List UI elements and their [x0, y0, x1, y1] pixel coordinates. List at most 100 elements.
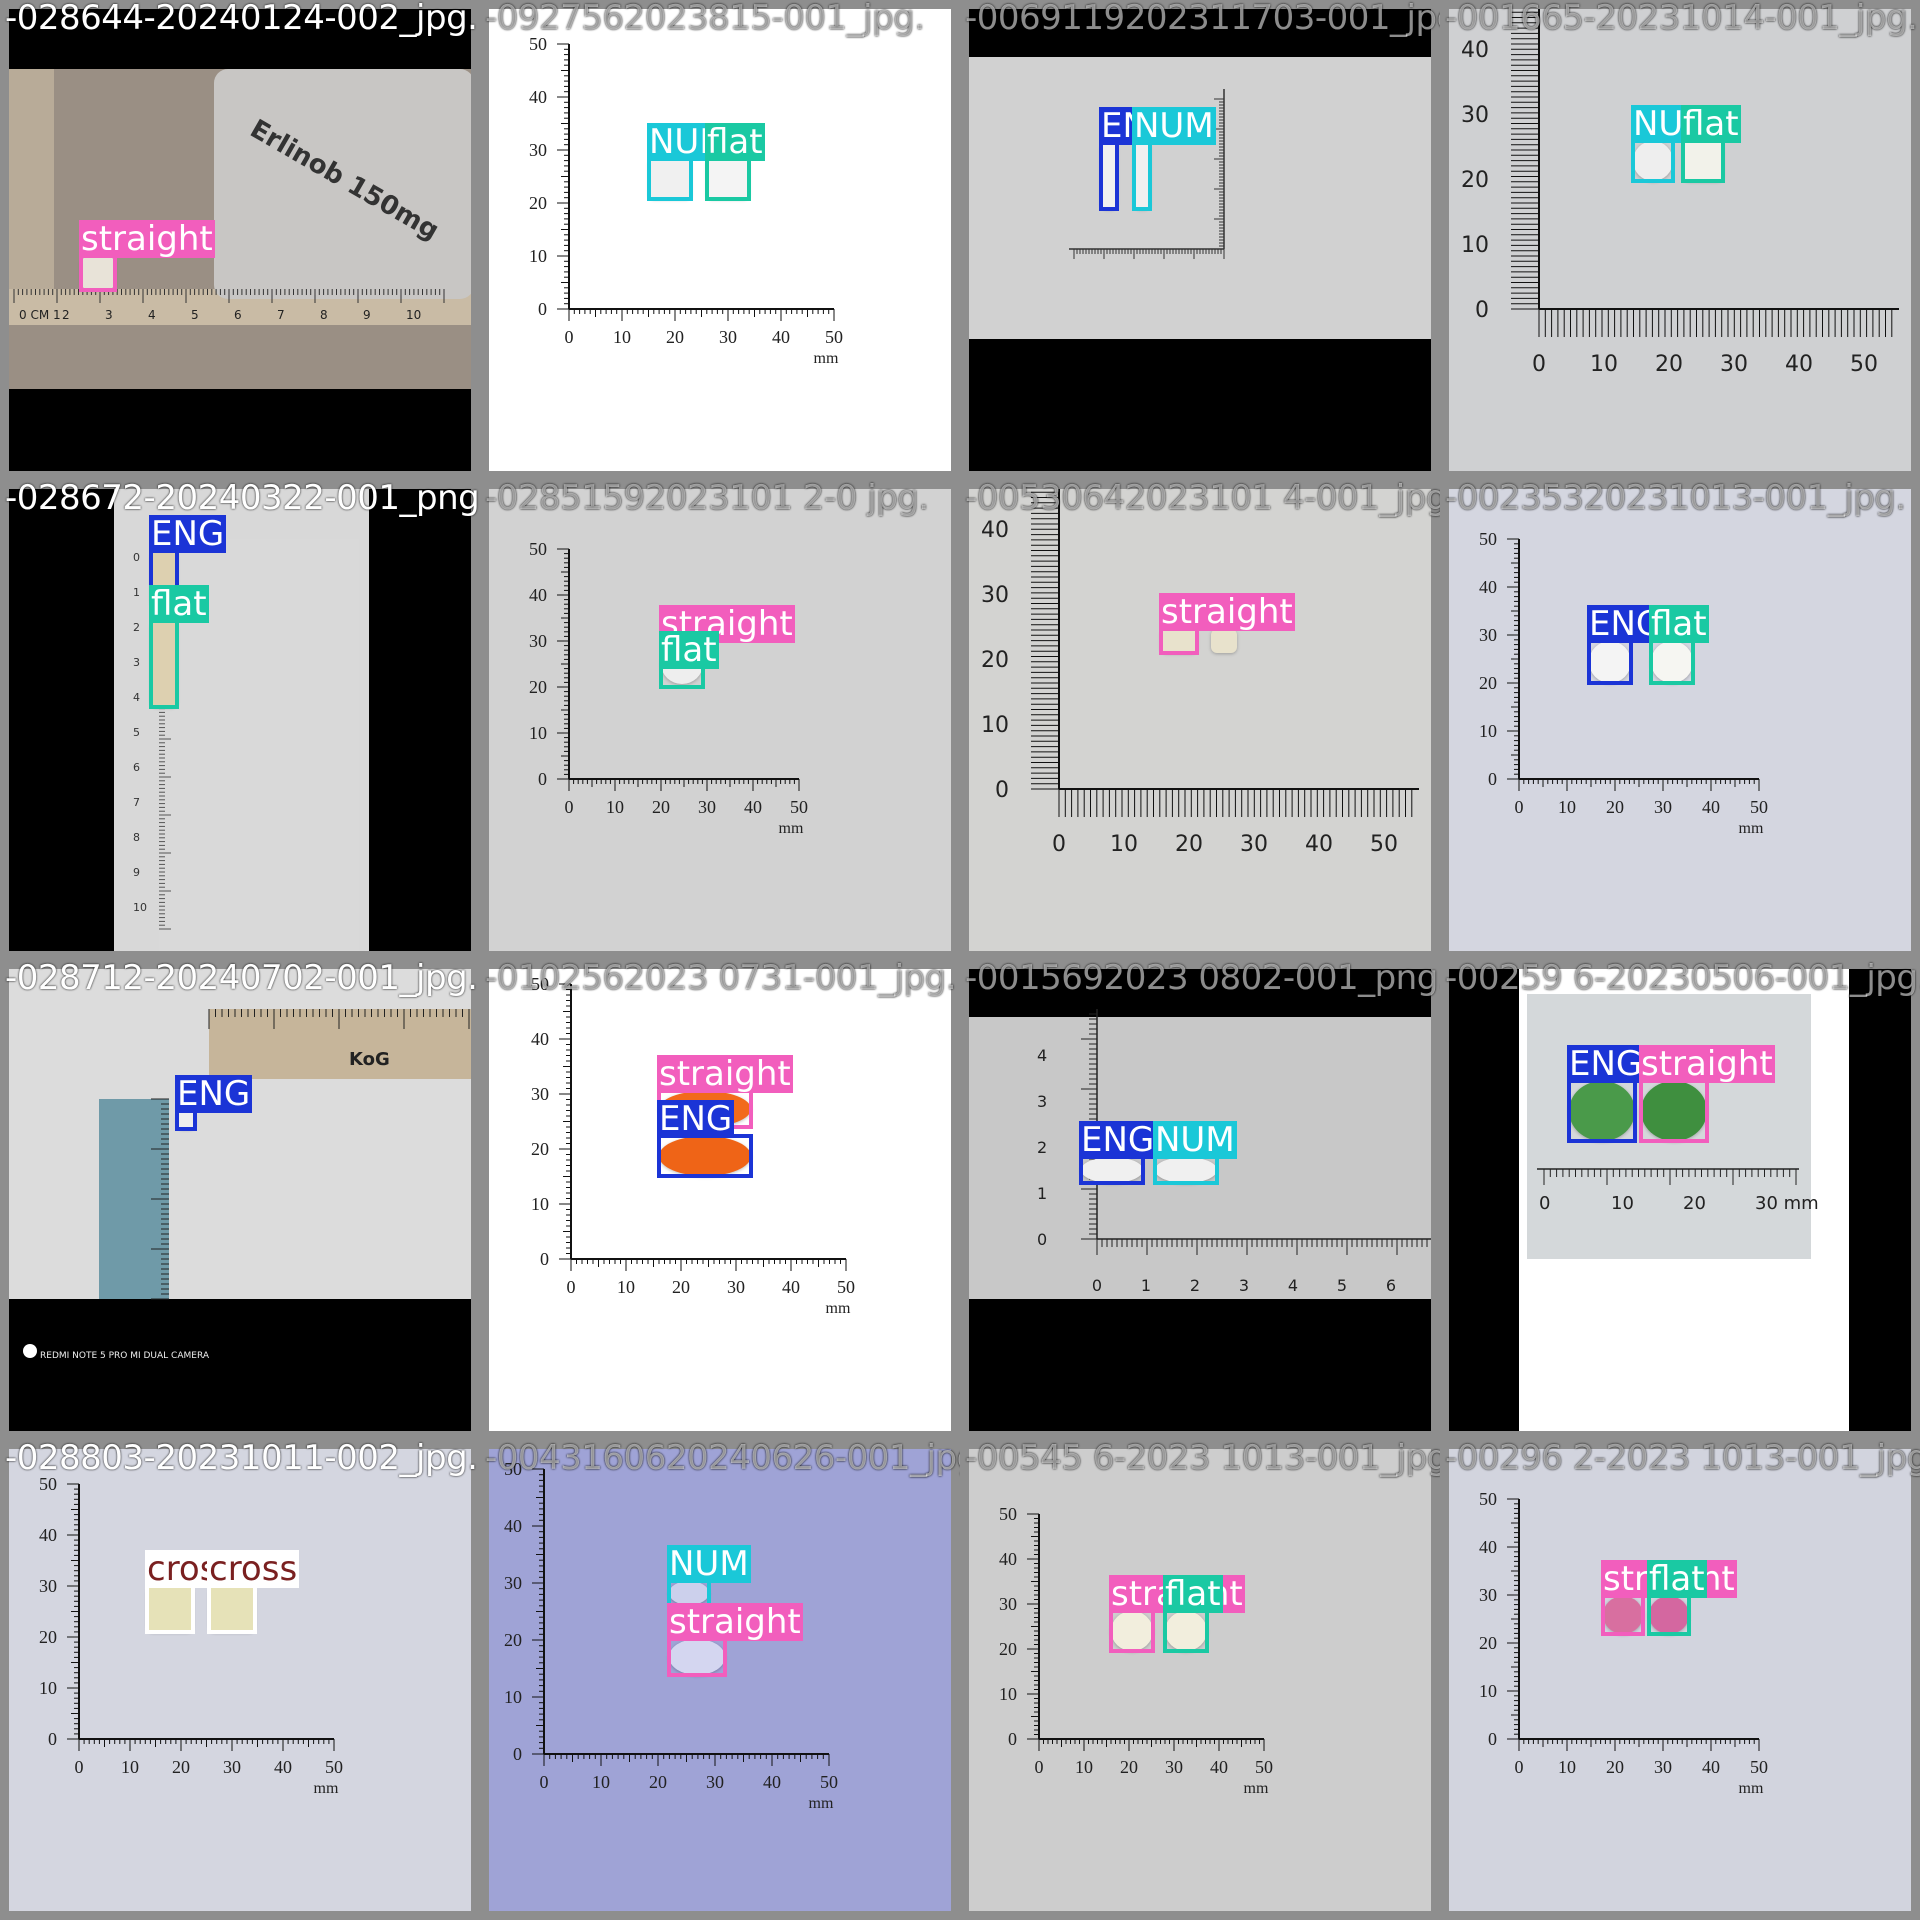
- ruler-label: 5: [133, 726, 140, 739]
- tile-filename: -0015692023 0802-001_png.: [965, 960, 1440, 998]
- x-tick-label: 40: [772, 327, 790, 347]
- image-tile[interactable]: 0010102020303040405050straight-005306420…: [960, 480, 1440, 960]
- ruler-label: 0: [133, 551, 140, 564]
- x-tick-label: 30: [223, 1757, 241, 1777]
- ruler-label: 1: [133, 586, 140, 599]
- y-tick-label: 40: [981, 518, 1009, 543]
- x-tick-label: 50: [325, 1757, 343, 1777]
- detection-box[interactable]: NUM: [647, 123, 731, 201]
- y-tick-label: 4: [1037, 1046, 1047, 1065]
- x-tick-label: 0: [1035, 1757, 1044, 1777]
- y-tick-label: 50: [1479, 1489, 1497, 1509]
- detection-box[interactable]: straight: [1109, 1575, 1245, 1653]
- image-tile[interactable]: 0 1 2 3 4 5 6 0 1 2 3 4 ENG NUM -0015692023 0802-001_p…: [960, 960, 1440, 1440]
- detection-label: NUM: [1153, 1120, 1237, 1160]
- detection-label: ENG: [149, 514, 227, 554]
- detection-box[interactable]: flat: [1681, 105, 1741, 183]
- ruler-label: 6: [133, 761, 140, 774]
- detection-box[interactable]: straight: [1601, 1560, 1737, 1636]
- detection-label: ENG: [175, 1074, 253, 1114]
- x-tick-label: 0: [565, 327, 574, 347]
- ruler-label: 2: [133, 621, 140, 634]
- image-tile[interactable]: 0 0 10 10 20 20 30 30 40 40 50 50 mm straight ENG -0102…: [480, 960, 960, 1440]
- detection-label: flat: [1649, 604, 1709, 644]
- detection-box[interactable]: NUM: [1631, 105, 1715, 183]
- x-tick-label: 30: [698, 797, 716, 817]
- image-tile[interactable]: ENGNUM-0069119202311703-001_jpeg.: [960, 0, 1440, 480]
- ruler-label: 10: [406, 308, 421, 322]
- detection-box[interactable]: NUM: [1132, 107, 1216, 211]
- detection-box[interactable]: ENG: [657, 1100, 753, 1178]
- detection-box[interactable]: straight: [1639, 1045, 1775, 1143]
- detection-box[interactable]: ENG: [175, 1075, 253, 1131]
- detection-label: straight: [79, 219, 215, 259]
- ruler-label: 10: [133, 901, 147, 914]
- detection-box[interactable]: flat: [1647, 1560, 1707, 1636]
- y-tick-label: 20: [529, 677, 547, 697]
- tile-filename: -00259 6-20230506-001_jpg.: [1445, 960, 1920, 998]
- y-tick-label: 40: [1479, 1537, 1497, 1557]
- detection-box[interactable]: flat: [149, 585, 209, 709]
- x-tick-label: 50: [1370, 832, 1398, 857]
- image-tile[interactable]: 0 0 10 10 20 20 30 30 40 40 50 50 mm cross cross -02880…: [0, 1440, 480, 1920]
- detection-box[interactable]: flat: [1163, 1575, 1223, 1653]
- image-tile[interactable]: 0010102020303040405050NUMflat-001665-202…: [1440, 0, 1920, 480]
- tile-photo: 00 10 10 20 20 30 30 40 40 50 50 mm straightflat: [969, 1449, 1431, 1911]
- image-tile[interactable]: 0 0 10 10 20 20 30 30 40 40 50 50 mm straight flat -028…: [480, 480, 960, 960]
- detection-label: straight: [667, 1602, 803, 1642]
- image-tile[interactable]: 0 0 10 10 20 20 30 30 40 40 50 50 mm NUM flat -09275620…: [480, 0, 960, 480]
- detection-box[interactable]: NUM: [1153, 1121, 1237, 1185]
- x-tick-label: 30: [1654, 797, 1672, 817]
- tile-photo: 0 0 10 10 20 20 30 30 40 40 50 50 mm ENG flat: [1449, 489, 1911, 951]
- detection-label: flat: [1681, 104, 1741, 144]
- image-tile[interactable]: 0 1 2 3 4 5 6 7 8 9 10 ENG flat -028672-20240322-001_…: [0, 480, 480, 960]
- detection-box[interactable]: ENG: [1079, 1121, 1157, 1185]
- y-tick-label: 40: [531, 1029, 549, 1049]
- x-tick-label: 0: [565, 797, 574, 817]
- detection-box[interactable]: cross: [207, 1550, 300, 1634]
- camera-watermark: REDMI NOTE 5 PRO MI DUAL CAMERA: [23, 1344, 209, 1361]
- image-tile[interactable]: 0 0 10 10 20 20 30 30 40 40 50 50 mm ENG flat -00235320…: [1440, 480, 1920, 960]
- detection-box[interactable]: ENG: [1099, 107, 1177, 211]
- x-tick-label: 6: [1386, 1276, 1396, 1295]
- detection-box[interactable]: straight: [1159, 593, 1295, 655]
- detection-box[interactable]: cross: [145, 1550, 238, 1634]
- y-tick-label: 0: [1475, 298, 1489, 323]
- detection-box[interactable]: straight: [667, 1603, 803, 1677]
- tile-filename: -028712-20240702-001_jpg.: [5, 960, 478, 998]
- image-tile[interactable]: 00 10 10 20 20 30 30 40 40 50 50 mm straightflat -005…: [960, 1440, 1440, 1920]
- y-tick-label: 30: [1479, 1585, 1497, 1605]
- x-tick-label: 20: [666, 327, 684, 347]
- y-tick-label: 0: [1488, 1729, 1497, 1749]
- y-tick-label: 10: [529, 723, 547, 743]
- y-tick-label: 30: [999, 1594, 1017, 1614]
- image-tile[interactable]: 0 10 20 30 mm ENG straight -00259 6-20230506-0…: [1440, 960, 1920, 1440]
- x-tick-label: 40: [1785, 352, 1813, 377]
- detection-box[interactable]: flat: [705, 123, 765, 201]
- y-tick-label: 30: [531, 1084, 549, 1104]
- detection-box[interactable]: flat: [659, 631, 719, 689]
- y-tick-label: 30: [529, 631, 547, 651]
- y-tick-label: 20: [981, 648, 1009, 673]
- detection-label: straight: [1159, 592, 1295, 632]
- image-tile[interactable]: 0 0 10 10 20 20 30 30 40 40 50 50 mm NUM straight -0043…: [480, 1440, 960, 1920]
- detection-box[interactable]: ENG: [1567, 1045, 1645, 1143]
- x-tick-label: 40: [1305, 832, 1333, 857]
- image-tile[interactable]: 00 10 10 20 20 30 30 40 40 50 50 mm straightflat -002…: [1440, 1440, 1920, 1920]
- y-tick-label: 10: [999, 1684, 1017, 1704]
- detection-box[interactable]: straight: [79, 220, 215, 292]
- scale-graphic: [1069, 89, 1225, 259]
- tile-filename: -00545 6-2023 1013-001_jpg.: [965, 1440, 1440, 1478]
- x-tick-label: 40: [1702, 1757, 1720, 1777]
- tile-photo: 0 0 10 10 20 20 30 30 40 40 50 50 mm straight ENG: [489, 969, 951, 1431]
- y-tick-label: 30: [1479, 625, 1497, 645]
- image-tile[interactable]: 0 CM 1 2 3 4 5 6 7 8 9 10 Erlinob 150mg straight -02…: [0, 0, 480, 480]
- x-tick-label: 50: [1255, 1757, 1273, 1777]
- image-tile[interactable]: KoG ENG REDMI NOTE 5 PRO MI DUAL CAMERA -02…: [0, 960, 480, 1440]
- y-tick-label: 40: [529, 585, 547, 605]
- y-tick-label: 0: [540, 1249, 549, 1269]
- detection-box[interactable]: flat: [1649, 605, 1709, 685]
- x-tick-label: 50: [1850, 352, 1878, 377]
- detection-box[interactable]: ENG: [1587, 605, 1665, 685]
- y-tick-label: 40: [504, 1516, 522, 1536]
